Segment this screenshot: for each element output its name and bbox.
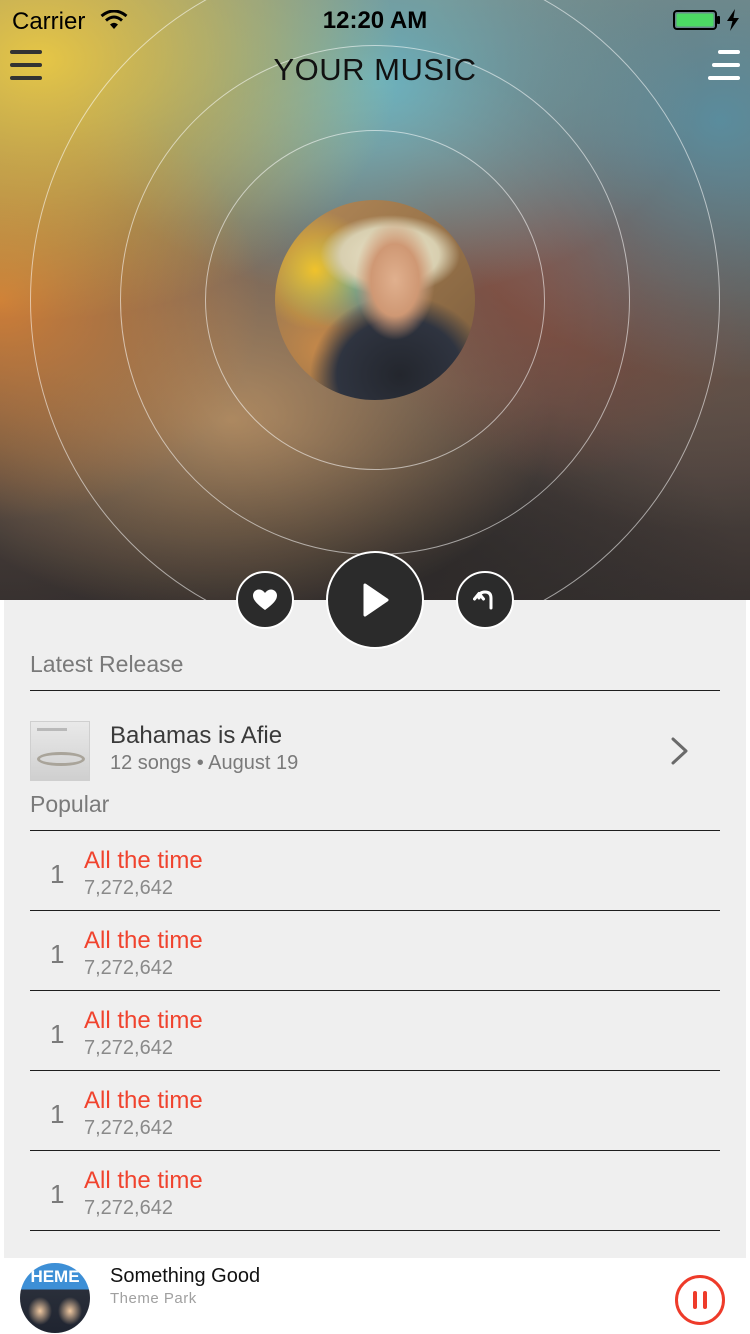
latest-release-heading: Latest Release xyxy=(30,651,184,677)
track-rank: 1 xyxy=(50,1099,65,1129)
track-row[interactable]: 1 All the time 7,272,642 xyxy=(30,911,720,991)
track-rank: 1 xyxy=(50,939,65,969)
battery-icon xyxy=(673,10,720,30)
repeat-icon xyxy=(473,590,493,610)
release-cover-image xyxy=(30,721,90,781)
mini-player[interactable]: HEME Something Good Theme Park xyxy=(0,1258,750,1334)
track-play-count: 7,272,642 xyxy=(84,957,173,979)
artist-hero: Carrier 12:20 AM YOUR MUSIC xyxy=(0,0,750,600)
track-row[interactable]: 1 All the time 7,272,642 xyxy=(30,1071,720,1151)
list-icon[interactable] xyxy=(708,48,740,82)
page-title: YOUR MUSIC xyxy=(273,52,477,87)
status-bar: Carrier 12:20 AM xyxy=(0,0,750,40)
repeat-button[interactable] xyxy=(456,571,514,629)
release-meta: 12 songs • August 19 xyxy=(110,752,299,774)
pause-button[interactable] xyxy=(675,1275,725,1325)
track-title: All the time xyxy=(84,1167,203,1194)
chevron-right-icon xyxy=(671,737,688,765)
play-icon xyxy=(363,583,389,617)
artwork-text: HEME xyxy=(30,1267,80,1286)
track-play-count: 7,272,642 xyxy=(84,1117,173,1139)
now-playing-title: Something Good xyxy=(110,1265,261,1287)
track-title: All the time xyxy=(84,1007,203,1034)
track-rank: 1 xyxy=(50,1179,65,1209)
artist-avatar xyxy=(275,200,475,400)
track-row[interactable]: 1 All the time 7,272,642 xyxy=(30,991,720,1071)
now-playing-artist: Theme Park xyxy=(110,1290,197,1307)
track-play-count: 7,272,642 xyxy=(84,877,173,899)
track-play-count: 7,272,642 xyxy=(84,1037,173,1059)
divider xyxy=(30,690,720,691)
like-button[interactable] xyxy=(236,571,294,629)
play-button[interactable] xyxy=(326,551,424,649)
track-rank: 1 xyxy=(50,1019,65,1049)
track-row[interactable]: 1 All the time 7,272,642 xyxy=(30,1151,720,1231)
release-title: Bahamas is Afie xyxy=(110,722,283,749)
track-row[interactable]: 1 All the time 7,272,642 xyxy=(30,831,720,911)
divider xyxy=(30,1230,720,1231)
track-title: All the time xyxy=(84,927,203,954)
charging-bolt-icon xyxy=(727,9,739,31)
pause-icon xyxy=(693,1291,697,1309)
heart-icon xyxy=(253,589,277,610)
track-rank: 1 xyxy=(50,859,65,889)
now-playing-artwork: HEME xyxy=(20,1263,90,1333)
track-title: All the time xyxy=(84,1087,203,1114)
track-play-count: 7,272,642 xyxy=(84,1197,173,1219)
status-time: 12:20 AM xyxy=(322,7,428,34)
popular-heading: Popular xyxy=(30,791,110,817)
track-title: All the time xyxy=(84,847,203,874)
